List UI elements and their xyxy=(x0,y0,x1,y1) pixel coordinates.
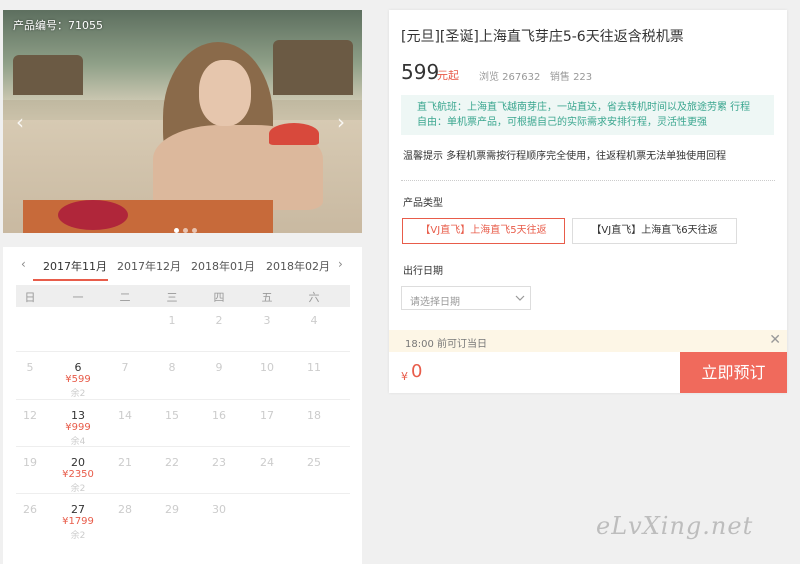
calendar-day: 12 xyxy=(23,409,37,422)
calendar-day: 29 xyxy=(165,503,179,516)
calendar-day-available[interactable]: 13 xyxy=(58,409,98,422)
calendar-day: 3 xyxy=(263,314,271,327)
tab-month-2018-02[interactable]: 2018年02月 xyxy=(266,258,330,274)
calendar-day: 18 xyxy=(307,409,321,422)
photo-next-arrow-icon[interactable]: › xyxy=(337,110,345,134)
tab-month-2017-12[interactable]: 2017年12月 xyxy=(117,258,181,274)
calendar-day: 14 xyxy=(118,409,132,422)
product-id-label: 产品编号：71055 xyxy=(13,19,103,32)
calendar-day-available[interactable]: 20 xyxy=(58,456,98,469)
book-now-button[interactable]: 立即预订 xyxy=(680,352,787,393)
calendar-day: 28 xyxy=(118,503,132,516)
calendar-day: 9 xyxy=(215,361,223,374)
weekday-label: 五 xyxy=(261,291,273,304)
calendar-day: 30 xyxy=(212,503,226,516)
watermark-logo: eLvXing.net xyxy=(596,512,754,540)
product-price: 599 xyxy=(401,60,440,84)
calendar-row-divider xyxy=(16,399,350,400)
weekday-label: 日 xyxy=(24,291,36,304)
weekday-label: 六 xyxy=(308,291,320,304)
divider xyxy=(401,180,775,181)
calendar-day-price[interactable]: ¥2350 xyxy=(53,469,103,480)
photo-watermelon xyxy=(269,123,319,145)
product-type-label: 产品类型 xyxy=(403,198,443,209)
calendar-day-stock: 余2 xyxy=(70,531,86,541)
calendar-day: 11 xyxy=(307,361,321,374)
calendar-day: 19 xyxy=(23,456,37,469)
photo-prev-arrow-icon[interactable]: ‹ xyxy=(16,110,24,134)
calendar-day: 17 xyxy=(260,409,274,422)
weekday-label: 一 xyxy=(72,291,84,304)
calendar-row-divider xyxy=(16,446,350,447)
weekday-header: 日一二三四五六 xyxy=(16,285,350,307)
tab-month-2017-11[interactable]: 2017年11月 xyxy=(43,258,107,274)
notice-text: 直飞航班：上海直飞越南芽庄，一站直达，省去转机时间以及旅途劳累 行程自由：单机票… xyxy=(417,102,751,128)
photo-hut xyxy=(13,55,83,95)
photo-face xyxy=(199,60,251,126)
weekday-label: 四 xyxy=(213,291,225,304)
calendar-day-price[interactable]: ¥599 xyxy=(53,374,103,385)
calendar-day-available[interactable]: 27 xyxy=(58,503,98,516)
calendar-day: 26 xyxy=(23,503,37,516)
carousel-dot[interactable] xyxy=(192,228,197,233)
calendar-day: 4 xyxy=(310,314,318,327)
calendar-day-price[interactable]: ¥1799 xyxy=(53,516,103,527)
month-tabs: ‹ 2017年11月 2017年12月 2018年01月 2018年02月 › xyxy=(3,247,362,283)
calendar-day: 22 xyxy=(165,456,179,469)
total-currency: ¥ xyxy=(401,370,408,383)
calendar-day: 1 xyxy=(168,314,176,327)
calendar-day: 7 xyxy=(121,361,129,374)
view-sales-stats: 浏览 267632 销售 223 xyxy=(479,72,593,83)
warm-tip: 温馨提示 多程机票需按行程顺序完全使用，往返程机票无法单独使用回程 xyxy=(403,151,727,162)
cutoff-text: 18:00 前可订当日 xyxy=(405,339,487,350)
calendar-day: 5 xyxy=(26,361,34,374)
calendar-row-divider xyxy=(16,493,350,494)
date-placeholder: 请选择日期 xyxy=(410,297,460,308)
total-price: 0 xyxy=(411,361,423,382)
product-title: [元旦][圣诞]上海直飞芽庄5-6天往返含税机票 xyxy=(401,29,684,45)
price-calendar: ‹ 2017年11月 2017年12月 2018年01月 2018年02月 › … xyxy=(3,247,362,564)
calendar-day-price[interactable]: ¥999 xyxy=(53,422,103,433)
active-tab-underline xyxy=(33,279,108,281)
booking-cutoff-bar: 18:00 前可订当日 ✕ xyxy=(389,330,787,352)
carousel-dot[interactable] xyxy=(174,228,179,233)
calendar-day-stock: 余2 xyxy=(70,389,86,399)
calendar-day: 8 xyxy=(168,361,176,374)
weekday-label: 三 xyxy=(166,291,178,304)
booking-panel: [元旦][圣诞]上海直飞芽庄5-6天往返含税机票 599 元起 浏览 26763… xyxy=(389,10,787,393)
calendar-day: 16 xyxy=(212,409,226,422)
travel-date-label: 出行日期 xyxy=(403,266,443,277)
photo-fruit xyxy=(58,200,128,230)
calendar-row-divider xyxy=(16,351,350,352)
product-photo xyxy=(3,10,362,233)
product-option-6-day[interactable]: 【VJ直飞】上海直飞6天往返 xyxy=(572,218,737,244)
calendar-next-icon[interactable]: › xyxy=(338,257,343,271)
carousel-dots xyxy=(172,218,199,237)
calendar-day-available[interactable]: 6 xyxy=(58,361,98,374)
carousel-dot[interactable] xyxy=(183,228,188,233)
price-unit: 元起 xyxy=(437,69,459,82)
calendar-day: 10 xyxy=(260,361,274,374)
weekday-label: 二 xyxy=(119,291,131,304)
notice-box: 直飞航班：上海直飞越南芽庄，一站直达，省去转机时间以及旅途劳累 行程自由：单机票… xyxy=(401,95,774,135)
calendar-prev-icon[interactable]: ‹ xyxy=(21,257,26,271)
close-icon[interactable]: ✕ xyxy=(769,332,781,348)
calendar-day: 2 xyxy=(215,314,223,327)
chevron-down-icon xyxy=(514,290,526,309)
tab-month-2018-01[interactable]: 2018年01月 xyxy=(191,258,255,274)
calendar-day: 23 xyxy=(212,456,226,469)
calendar-day: 25 xyxy=(307,456,321,469)
calendar-day: 21 xyxy=(118,456,132,469)
calendar-day: 15 xyxy=(165,409,179,422)
product-option-5-day[interactable]: 【VJ直飞】上海直飞5天往返 xyxy=(402,218,565,244)
travel-date-select[interactable]: 请选择日期 xyxy=(401,286,531,310)
calendar-day: 24 xyxy=(260,456,274,469)
photo-hut xyxy=(273,40,353,95)
